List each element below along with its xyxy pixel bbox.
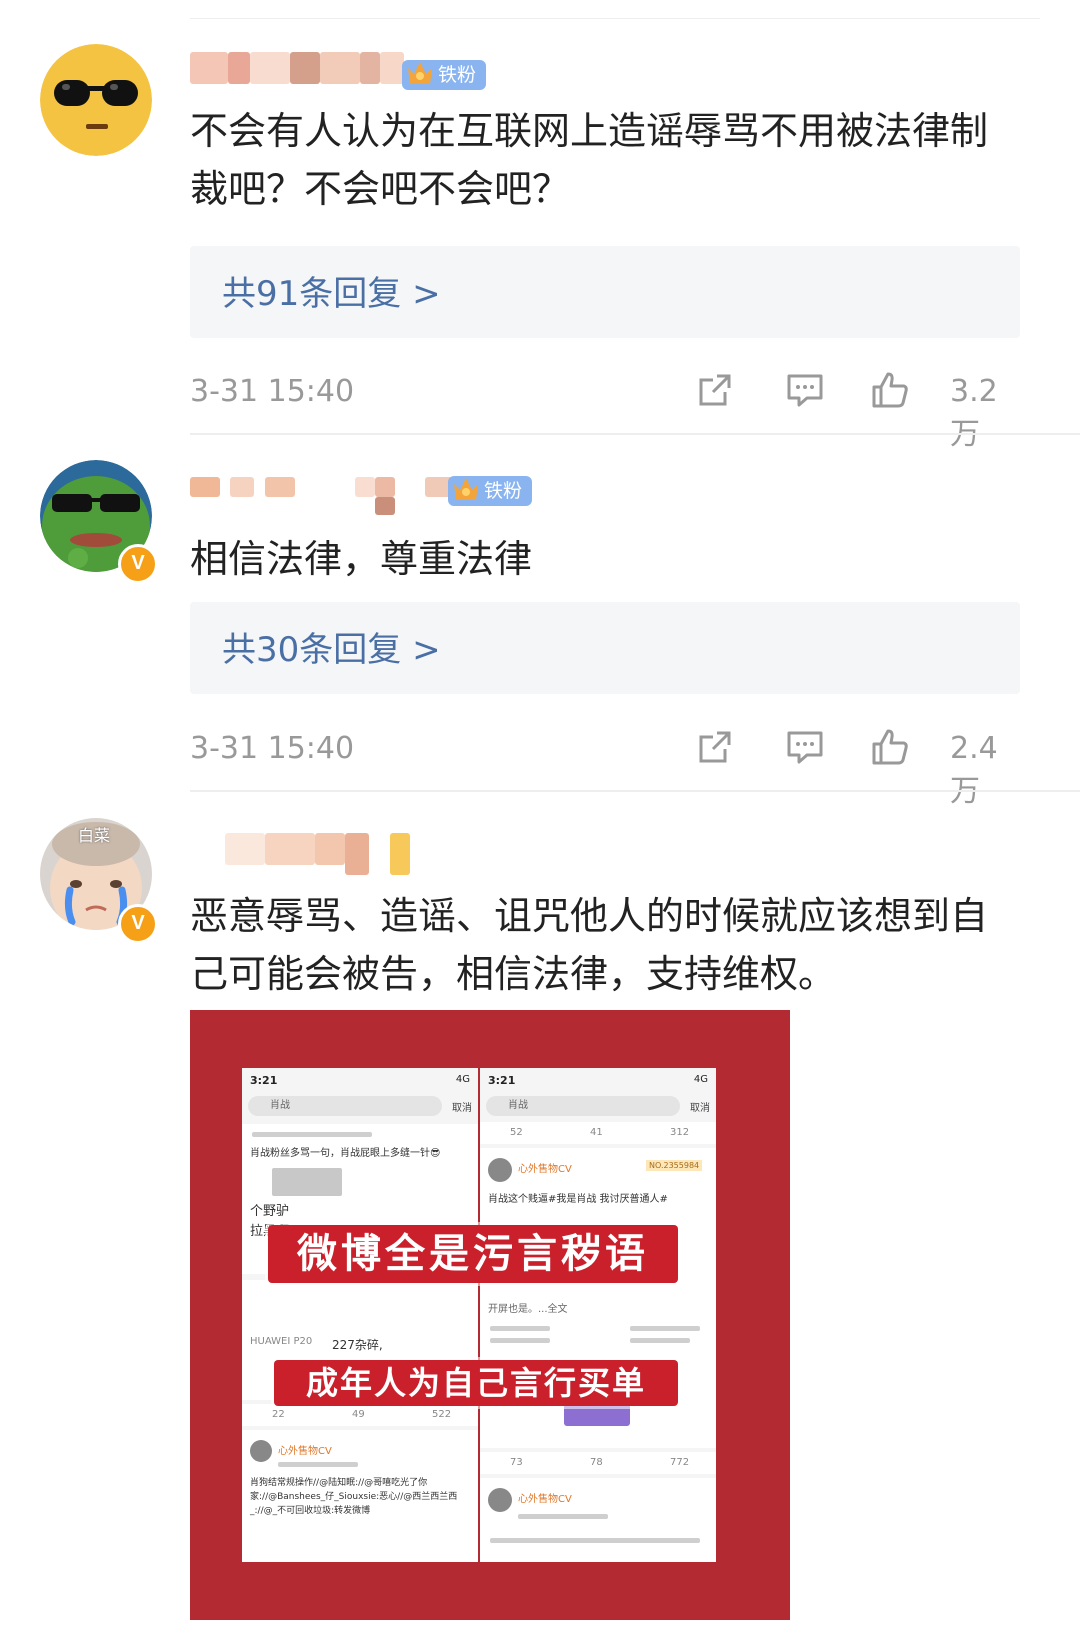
post-tag: NO.2355984 xyxy=(646,1160,703,1171)
search-bar: 肖战 xyxy=(486,1096,680,1116)
reply-count-label: 共91条回复 > xyxy=(222,274,441,314)
username-blurred[interactable] xyxy=(190,833,410,875)
reply-count-label: 共30条回复 > xyxy=(222,630,441,670)
post-card: 心外售物CV xyxy=(480,1478,716,1562)
attached-image[interactable]: 3:21 4G 肖战 取消 肖战粉丝多骂一句，肖战屁眼上多缝一针😎 个野驴 拉黑… xyxy=(190,1010,790,1620)
divider xyxy=(190,433,1080,435)
verified-badge: V xyxy=(118,544,158,584)
divider xyxy=(190,790,1080,792)
post-more: 开屏也是。...全文 xyxy=(488,1304,568,1315)
comment-meta: 3-31 15:40 2.4万 xyxy=(190,727,1020,809)
comment-icon[interactable] xyxy=(785,727,825,767)
action-bar: 73 78 772 xyxy=(480,1452,716,1474)
like-icon[interactable] xyxy=(870,727,910,767)
avatar-caption: 白菜 xyxy=(78,826,111,845)
action-bar: 52 41 312 xyxy=(480,1122,716,1144)
reply-count-link[interactable]: 共91条回复 > xyxy=(190,246,1020,338)
timestamp: 3-31 15:40 xyxy=(190,731,355,766)
status-network: 4G xyxy=(693,1074,708,1085)
like-icon[interactable] xyxy=(870,370,910,410)
reply-count-link[interactable]: 共30条回复 > xyxy=(190,602,1020,694)
status-time: 3:21 xyxy=(250,1074,278,1087)
post-card: 心外售物CV 肖狗结常规操作//@陆知眠://@哥嘻吃光了你家://@Bansh… xyxy=(242,1430,478,1562)
comment-icon[interactable] xyxy=(785,370,825,410)
cancel-label: 取消 xyxy=(690,1103,710,1114)
post-user: 心外售物CV xyxy=(518,1494,572,1505)
post-user: 心外售物CV xyxy=(278,1446,332,1457)
caption-banner-top: 微博全是污言秽语 xyxy=(268,1225,678,1283)
comment-meta: 3-31 15:40 3.2万 xyxy=(190,370,1020,452)
share-icon[interactable] xyxy=(695,370,735,410)
timestamp: 3-31 15:40 xyxy=(190,374,355,409)
crown-icon xyxy=(454,478,478,500)
like-count: 2.4万 xyxy=(950,731,998,809)
fan-badge: 铁粉 xyxy=(448,476,533,506)
device-label: HUAWEI P20 xyxy=(250,1336,313,1347)
cancel-label: 取消 xyxy=(452,1103,472,1114)
fan-badge: 铁粉 xyxy=(402,60,487,90)
top-divider xyxy=(190,18,1040,19)
verified-badge: V xyxy=(118,904,158,944)
caption-banner-bottom: 成年人为自己言行买单 xyxy=(274,1360,678,1406)
post-user: 心外售物CV xyxy=(518,1164,572,1175)
crown-icon xyxy=(408,62,432,84)
avatar-sunglasses-emoji[interactable] xyxy=(40,44,152,156)
share-icon[interactable] xyxy=(695,727,735,767)
search-bar: 肖战 xyxy=(248,1096,442,1116)
action-bar: 22 49 522 xyxy=(242,1404,478,1426)
comment-text: 相信法律，尊重法律 xyxy=(190,537,533,581)
left-phone-screenshot: 3:21 4G 肖战 取消 肖战粉丝多骂一句，肖战屁眼上多缝一针😎 个野驴 拉黑… xyxy=(242,1068,478,1562)
post-line: 227杂碎, xyxy=(332,1338,383,1352)
post-line: 个野驴 xyxy=(250,1204,290,1219)
post-body: 肖狗结常规操作//@陆知眠://@哥嘻吃光了你家://@Banshees_仔_S… xyxy=(250,1478,458,1516)
comment-text: 不会有人认为在互联网上造谣辱骂不用被法律制裁吧？不会吧不会吧？ xyxy=(190,109,989,211)
post-line: 肖战粉丝多骂一句，肖战屁眼上多缝一针😎 xyxy=(250,1148,441,1159)
post-body: 肖战这个贱逼#我是肖战 我讨厌普通人# xyxy=(488,1194,668,1205)
right-phone-screenshot: 3:21 4G 肖战 取消 52 41 312 心外售物CV NO.235598… xyxy=(480,1068,716,1562)
like-count: 3.2万 xyxy=(950,374,998,452)
status-network: 4G xyxy=(455,1074,470,1085)
comment-text: 恶意辱骂、造谣、诅咒他人的时候就应该想到自己可能会被告，相信法律，支持维权。 xyxy=(190,894,989,996)
status-time: 3:21 xyxy=(488,1074,516,1087)
